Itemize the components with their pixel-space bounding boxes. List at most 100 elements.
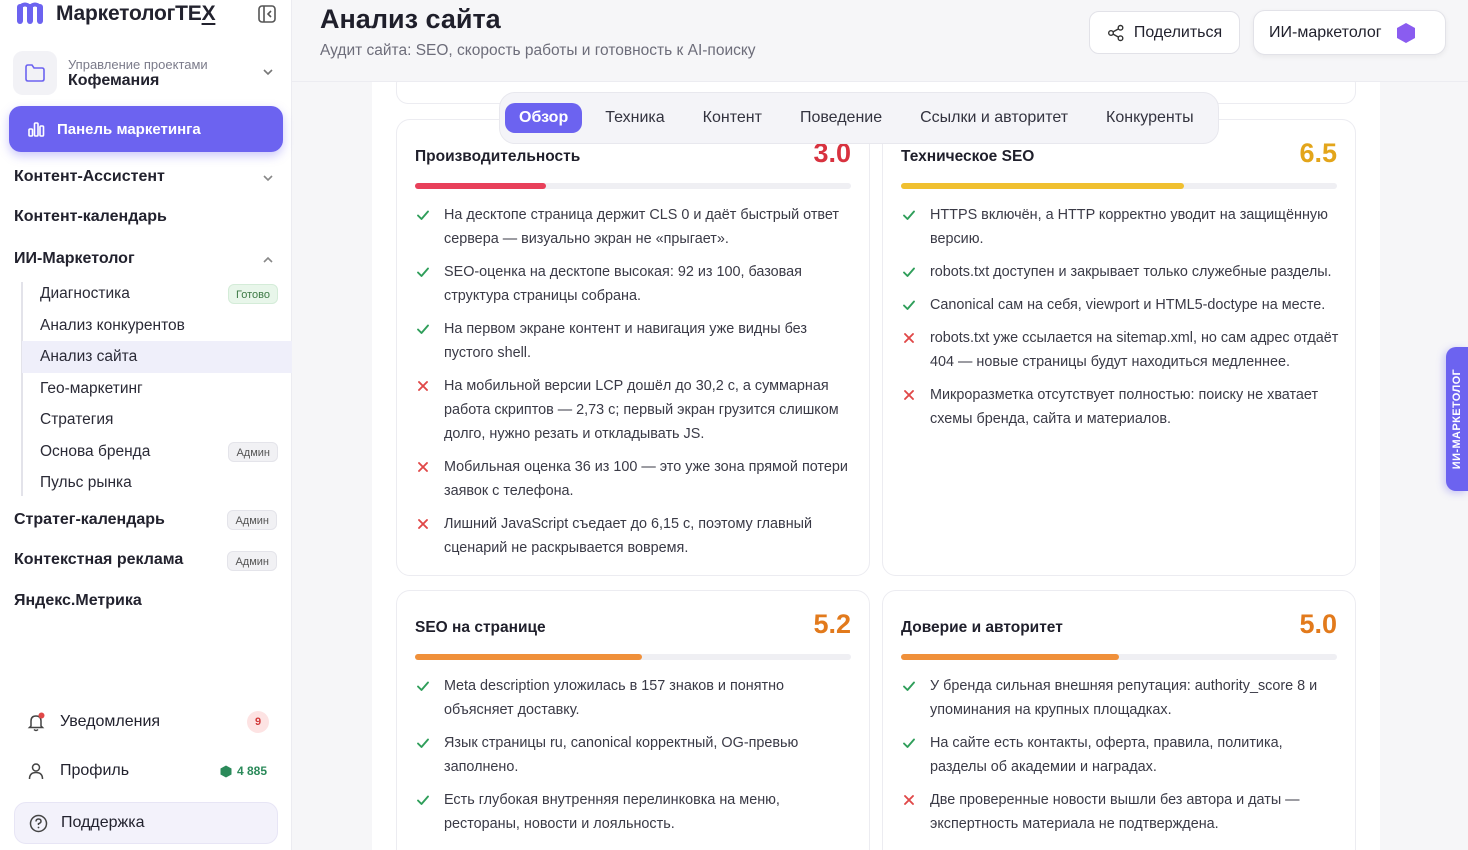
share-button[interactable]: Поделиться (1089, 11, 1240, 54)
check-icon (901, 207, 917, 223)
page-subtitle: Аудит сайта: SEO, скорость работы и гото… (320, 42, 756, 59)
tab-technical[interactable]: Техника (586, 103, 683, 133)
check-icon (415, 678, 431, 694)
share-label: Поделиться (1133, 23, 1223, 41)
check-icon (415, 735, 431, 751)
sidebar-item-diagnostics[interactable]: Диагностика Готово (22, 278, 292, 310)
user-icon (28, 763, 44, 780)
item-text: На сайте есть контакты, оферта, правила,… (930, 735, 1283, 775)
share-icon (1107, 24, 1124, 41)
item-text: Мобильная оценка 36 из 100 — это уже зон… (444, 459, 848, 499)
item-text: Есть глубокая внутренняя перелинковка на… (444, 792, 780, 832)
tab-overview[interactable]: Обзор (505, 103, 583, 133)
sidebar: МаркетологТЕХ Управление проектами Кофем… (0, 0, 292, 850)
item-text: Язык страницы ru, canonical корректный, … (444, 735, 799, 775)
card-trust-authority: Доверие и авторитет 5.0 У бренда сильная… (882, 590, 1356, 850)
chevron-down-icon[interactable] (261, 171, 275, 185)
sidebar-item-market-pulse[interactable]: Пульс рынка (22, 467, 292, 499)
list-item: У бренда сильная внешняя репутация: auth… (901, 674, 1341, 722)
admin-badge: Админ (228, 442, 278, 462)
score-bar (415, 183, 851, 189)
item-text: На десктопе страница держит CLS 0 и даёт… (444, 207, 840, 247)
help-icon (29, 814, 48, 832)
ai-marketer-button[interactable]: ИИ-маркетолог (1253, 10, 1446, 55)
check-icon (901, 297, 917, 313)
list-item: На мобильной версии LCP дошёл до 30,2 с,… (415, 374, 855, 446)
nav-content-assistant[interactable]: Контент-Ассистент (14, 168, 165, 186)
marketing-panel-label: Панель маркетинга (57, 120, 201, 138)
chevron-down-icon (263, 69, 273, 76)
nav-context-ads[interactable]: Контекстная реклама (14, 551, 183, 569)
item-text: Meta description уложилась в 157 знаков … (444, 678, 785, 718)
score-bar (901, 654, 1337, 660)
logo-icon (17, 2, 43, 24)
status-badge: Готово (228, 284, 278, 304)
sidebar-item-label: Диагностика (40, 285, 130, 302)
list-item: robots.txt доступен и закрывает только с… (901, 260, 1341, 284)
card-title: Техническое SEO (901, 148, 1035, 165)
gem-icon (220, 765, 232, 777)
card-items: На десктопе страница держит CLS 0 и даёт… (415, 203, 855, 569)
tab-behavior[interactable]: Поведение (781, 103, 901, 133)
nav-ai-marketer[interactable]: ИИ-Маркетолог (14, 250, 135, 268)
item-text: На первом экране контент и навигация уже… (444, 321, 807, 361)
item-text: Canonical сам на себя, viewport и HTML5-… (930, 297, 1326, 313)
nav-strateg-calendar[interactable]: Стратег-календарь (14, 511, 165, 529)
check-icon (415, 792, 431, 808)
ai-marketer-side-tab[interactable]: ИИ-МАРКЕТОЛОГ (1446, 347, 1468, 491)
card-title: Производительность (415, 148, 581, 165)
list-item: robots.txt уже ссылается на sitemap.xml,… (901, 326, 1341, 374)
card-items: Meta description уложилась в 157 знаков … (415, 674, 855, 845)
sidebar-item-site-analysis[interactable]: Анализ сайта (22, 341, 292, 373)
chart-icon (28, 122, 45, 137)
card-onpage-seo: SEO на странице 5.2 Meta description уло… (396, 590, 870, 850)
card-technical-seo: Техническое SEO 6.5 HTTPS включён, а HTT… (882, 119, 1356, 576)
list-item: Две проверенные новости вышли без автора… (901, 788, 1341, 836)
list-item: Мобильная оценка 36 из 100 — это уже зон… (415, 455, 855, 503)
project-selector[interactable]: Управление проектами Кофемания (13, 48, 279, 98)
chevron-up-icon[interactable] (261, 253, 275, 267)
tab-links-authority[interactable]: Ссылки и авторитет (901, 103, 1087, 133)
sidebar-item-competitors[interactable]: Анализ конкурентов (22, 310, 292, 342)
card-score: 5.0 (1299, 609, 1337, 639)
cross-icon (901, 792, 917, 808)
marketing-panel-button[interactable]: Панель маркетинга (9, 106, 283, 152)
hexagon-icon (1396, 22, 1415, 43)
check-icon (415, 207, 431, 223)
sidebar-item-label: Анализ сайта (40, 348, 138, 365)
profile-label: Профиль (60, 762, 130, 779)
sidebar-item-strategy[interactable]: Стратегия (22, 404, 292, 436)
list-item: Лишний JavaScript съедает до 6,15 с, поэ… (415, 512, 855, 560)
folder-icon (13, 51, 57, 95)
sidebar-item-geo-marketing[interactable]: Гео-маркетинг (22, 373, 292, 405)
nav-yandex-metrika[interactable]: Яндекс.Метрика (14, 592, 142, 610)
brand-name: МаркетологТЕХ (56, 2, 216, 25)
sidebar-item-label: Гео-маркетинг (40, 380, 143, 397)
sidebar-item-label: Анализ конкурентов (40, 317, 185, 334)
profile-item[interactable]: Профиль (26, 761, 129, 781)
tab-content[interactable]: Контент (684, 103, 781, 133)
cross-icon (901, 387, 917, 403)
check-icon (415, 264, 431, 280)
item-text: robots.txt доступен и закрывает только с… (930, 264, 1332, 280)
logo[interactable]: МаркетологТЕХ (16, 2, 216, 26)
notifications-label: Уведомления (60, 713, 161, 730)
sidebar-collapse-icon[interactable] (257, 4, 277, 24)
list-item: Есть глубокая внутренняя перелинковка на… (415, 788, 855, 836)
check-icon (901, 678, 917, 694)
sidebar-item-brand-basis[interactable]: Основа бренда Админ (22, 436, 292, 468)
notifications-item[interactable]: Уведомления (26, 712, 160, 732)
sidebar-item-label: Пульс рынка (40, 474, 132, 491)
score-bar (901, 183, 1337, 189)
bell-icon (27, 712, 45, 732)
tab-competitors[interactable]: Конкуренты (1087, 103, 1213, 133)
cross-icon (415, 378, 431, 394)
ai-marketer-label: ИИ-маркетолог (1269, 23, 1382, 41)
nav-content-calendar[interactable]: Контент-календарь (14, 208, 167, 226)
support-button[interactable]: Поддержка (14, 802, 278, 844)
side-tab-label: ИИ-МАРКЕТОЛОГ (1451, 368, 1463, 470)
cross-icon (415, 516, 431, 532)
score-bar-fill (415, 654, 642, 660)
item-text: Лишний JavaScript съедает до 6,15 с, поэ… (444, 516, 813, 556)
item-text: robots.txt уже ссылается на sitemap.xml,… (930, 330, 1339, 370)
